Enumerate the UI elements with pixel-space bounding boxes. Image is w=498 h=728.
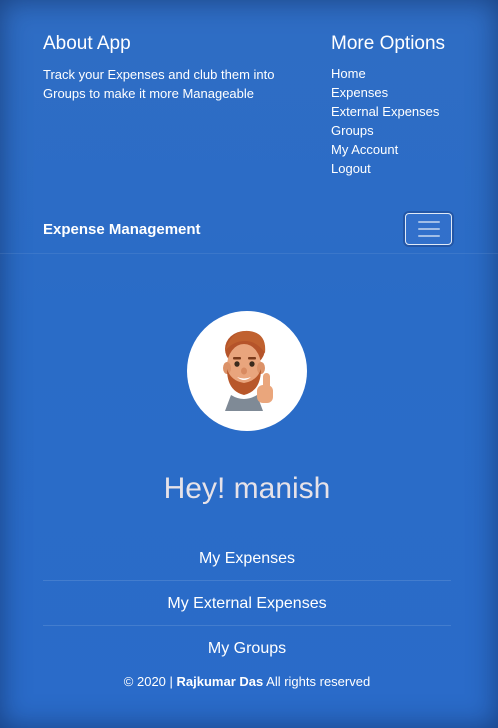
more-options-item: Logout <box>331 159 445 178</box>
link-my-account[interactable]: My Account <box>331 142 398 157</box>
more-options-item: External Expenses <box>331 102 445 121</box>
menu-my-external-expenses[interactable]: My External Expenses <box>43 581 451 626</box>
more-options-list: Home Expenses External Expenses Groups M… <box>331 64 445 178</box>
about-description: Track your Expenses and club them into G… <box>43 67 275 101</box>
about-title: About App <box>43 33 131 54</box>
greeting-heading: Hey! manish <box>163 472 331 505</box>
about-section: About App Track your Expenses and club t… <box>43 33 293 103</box>
more-options-item: My Account <box>331 140 445 159</box>
more-options-section: More Options Home Expenses External Expe… <box>331 33 445 178</box>
footer: © 2020 | Rajkumar Das All rights reserve… <box>0 674 494 689</box>
hamburger-icon-bar <box>417 228 440 230</box>
link-groups[interactable]: Groups <box>331 123 374 138</box>
avatar <box>187 311 307 431</box>
link-logout[interactable]: Logout <box>331 161 371 176</box>
navbar: Expense Management <box>0 204 498 254</box>
more-options-item: Home <box>331 64 445 83</box>
navbar-collapse-panel: About App Track your Expenses and club t… <box>0 0 498 200</box>
link-expenses[interactable]: Expenses <box>331 85 388 100</box>
navbar-toggler-button[interactable] <box>405 213 452 245</box>
link-external-expenses[interactable]: External Expenses <box>331 104 439 119</box>
navbar-brand[interactable]: Expense Management <box>43 221 201 238</box>
dashboard-menu: My Expenses My External Expenses My Grou… <box>43 536 451 671</box>
link-home[interactable]: Home <box>331 66 366 81</box>
footer-prefix: © 2020 | <box>123 674 173 689</box>
hamburger-icon-bar <box>417 235 440 237</box>
footer-suffix: All rights reserved <box>266 674 371 689</box>
menu-my-groups[interactable]: My Groups <box>43 626 451 671</box>
more-options-item: Expenses <box>331 83 445 102</box>
more-options-title: More Options <box>331 33 446 54</box>
hamburger-icon-bar <box>417 221 440 223</box>
menu-my-expenses[interactable]: My Expenses <box>43 536 451 581</box>
footer-author: Rajkumar Das <box>176 674 264 689</box>
more-options-item: Groups <box>331 121 445 140</box>
memoji-avatar-icon <box>223 330 273 411</box>
